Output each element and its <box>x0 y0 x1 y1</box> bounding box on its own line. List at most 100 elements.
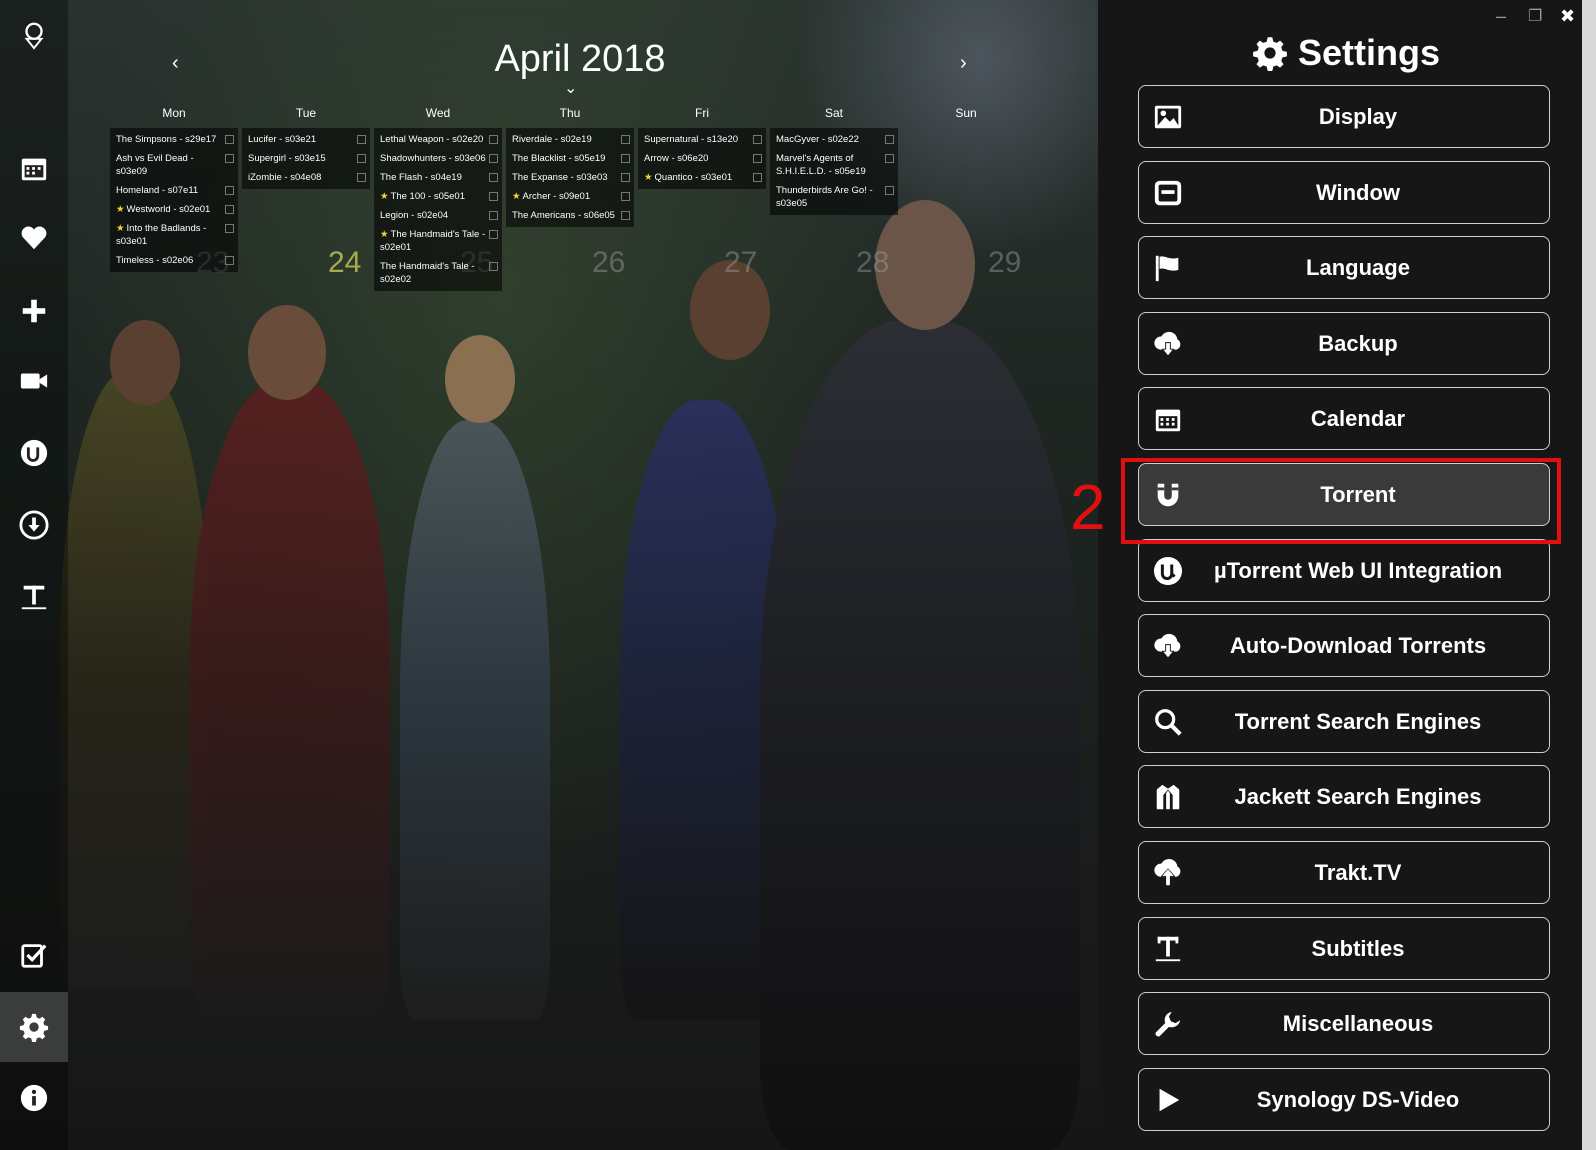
episode-item[interactable]: Supergirl - s03e15 <box>246 149 366 168</box>
episode-item[interactable]: Marvel's Agents of S.H.I.E.L.D. - s05e19 <box>774 149 894 181</box>
watched-checkbox[interactable] <box>225 135 234 144</box>
episode-item[interactable]: Supernatural - s13e20 <box>642 130 762 149</box>
episode-item[interactable]: The Americans - s06e05 <box>510 206 630 225</box>
episode-item[interactable]: The Simpsons - s29e17 <box>114 130 234 149</box>
download-icon[interactable] <box>0 490 68 560</box>
settings-calendar-button[interactable]: Calendar <box>1138 387 1550 450</box>
episode-item[interactable]: Arrow - s06e20 <box>642 149 762 168</box>
watched-checkbox[interactable] <box>489 135 498 144</box>
utorrent-icon[interactable] <box>0 418 68 488</box>
cloud-download-icon <box>1151 629 1185 663</box>
watched-checkbox[interactable] <box>225 256 234 265</box>
settings-miscellaneous-button[interactable]: Miscellaneous <box>1138 992 1550 1055</box>
settings-subtitles-button[interactable]: Subtitles <box>1138 917 1550 980</box>
flag-icon <box>1151 251 1185 285</box>
episode-item[interactable]: Ash vs Evil Dead - s03e09 <box>114 149 234 181</box>
watched-checkbox[interactable] <box>753 173 762 182</box>
episode-item[interactable]: Timeless - s02e06 <box>114 251 234 270</box>
watched-checkbox[interactable] <box>225 224 234 233</box>
next-month-arrow[interactable]: › <box>960 52 967 75</box>
subtitles-icon[interactable] <box>0 562 68 632</box>
add-icon[interactable] <box>0 276 68 346</box>
video-camera-icon[interactable] <box>0 346 68 416</box>
watched-checkbox[interactable] <box>621 173 630 182</box>
settings-button-label: Auto-Download Torrents <box>1229 632 1487 658</box>
episode-item[interactable]: The Blacklist - s05e19 <box>510 149 630 168</box>
episode-item[interactable]: MacGyver - s02e22 <box>774 130 894 149</box>
watched-checkbox[interactable] <box>753 154 762 163</box>
watched-checkbox[interactable] <box>621 192 630 201</box>
jacket-icon <box>1151 780 1185 814</box>
day-number: 28 <box>856 246 890 279</box>
settings-display-button[interactable]: Display <box>1138 85 1550 148</box>
watched-checkbox[interactable] <box>357 154 366 163</box>
prev-month-arrow[interactable]: ‹ <box>172 52 179 75</box>
episode-item[interactable]: Thunderbirds Are Go! - s03e05 <box>774 181 894 213</box>
watched-checkbox[interactable] <box>489 211 498 220</box>
info-icon[interactable] <box>0 1063 68 1133</box>
watched-checkbox[interactable] <box>225 186 234 195</box>
episode-item[interactable]: Homeland - s07e11 <box>114 181 234 200</box>
watched-checkbox[interactable] <box>489 154 498 163</box>
settings-window-button[interactable]: Window <box>1138 161 1550 224</box>
text-icon <box>1151 932 1185 966</box>
episode-item[interactable]: Lucifer - s03e21 <box>246 130 366 149</box>
star-icon: ★ <box>380 229 389 240</box>
episode-item[interactable]: ★ Archer - s09e01 <box>510 187 630 206</box>
settings-synology-ds-video-button[interactable]: Synology DS-Video <box>1138 1068 1550 1131</box>
settings-torrent-search-engines-button[interactable]: Torrent Search Engines <box>1138 690 1550 753</box>
episode-title: Supernatural - s13e20 <box>644 134 739 145</box>
episode-title: The Handmaid's Tale - s02e01 <box>380 229 486 253</box>
episode-item[interactable]: ★ Westworld - s02e01 <box>114 200 234 219</box>
maximize-button[interactable]: ❐ <box>1528 6 1542 26</box>
episode-item[interactable]: The Expanse - s03e03 <box>510 168 630 187</box>
settings-backup-button[interactable]: Backup <box>1138 312 1550 375</box>
settings-jackett-search-engines-button[interactable]: Jackett Search Engines <box>1138 765 1550 828</box>
checklist-icon[interactable] <box>0 920 68 990</box>
episode-item[interactable]: ★ Quantico - s03e01 <box>642 168 762 187</box>
episode-title: The Blacklist - s05e19 <box>512 153 606 164</box>
watched-checkbox[interactable] <box>885 135 894 144</box>
watched-checkbox[interactable] <box>225 205 234 214</box>
watched-checkbox[interactable] <box>357 173 366 182</box>
episode-item[interactable]: The Flash - s04e19 <box>378 168 498 187</box>
settings-gear-icon[interactable] <box>0 992 68 1062</box>
episode-item[interactable]: ★ The 100 - s05e01 <box>378 187 498 206</box>
watched-checkbox[interactable] <box>885 186 894 195</box>
episode-item[interactable]: ★ The Handmaid's Tale - s02e01 <box>378 225 498 257</box>
settings-language-button[interactable]: Language <box>1138 236 1550 299</box>
settings-auto-download-torrents-button[interactable]: Auto-Download Torrents <box>1138 614 1550 677</box>
episode-item[interactable]: iZombie - s04e08 <box>246 168 366 187</box>
episode-item[interactable]: Lethal Weapon - s02e20 <box>378 130 498 149</box>
day-number: 24 <box>328 246 362 279</box>
watched-checkbox[interactable] <box>489 262 498 271</box>
watched-checkbox[interactable] <box>753 135 762 144</box>
watched-checkbox[interactable] <box>621 211 630 220</box>
episode-item[interactable]: ★ Into the Badlands - s03e01 <box>114 219 234 251</box>
watched-checkbox[interactable] <box>357 135 366 144</box>
app-logo[interactable] <box>0 0 68 70</box>
settings-torrent-web-ui-integration-button[interactable]: µTorrent Web UI Integration <box>1138 539 1550 602</box>
episode-item[interactable]: Riverdale - s02e19 <box>510 130 630 149</box>
scrollbar[interactable] <box>1582 0 1596 1150</box>
watched-checkbox[interactable] <box>489 192 498 201</box>
episode-item[interactable]: Shadowhunters - s03e06 <box>378 149 498 168</box>
watched-checkbox[interactable] <box>489 173 498 182</box>
settings-trakt-tv-button[interactable]: Trakt.TV <box>1138 841 1550 904</box>
episode-item[interactable]: The Handmaid's Tale - s02e02 <box>378 257 498 289</box>
watched-checkbox[interactable] <box>885 154 894 163</box>
day-episode-list: Lethal Weapon - s02e20 Shadowhunters - s0… <box>374 128 502 291</box>
watched-checkbox[interactable] <box>225 154 234 163</box>
calendar-icon[interactable] <box>0 133 68 203</box>
settings-button-label: Jackett Search Engines <box>1234 783 1482 809</box>
episode-title: Homeland - s07e11 <box>116 185 199 196</box>
month-dropdown-icon[interactable]: ⌄ <box>564 78 577 98</box>
watched-checkbox[interactable] <box>621 154 630 163</box>
day-number: 26 <box>592 246 626 279</box>
minimize-button[interactable]: – <box>1496 6 1506 27</box>
watched-checkbox[interactable] <box>621 135 630 144</box>
episode-item[interactable]: Legion - s02e04 <box>378 206 498 225</box>
close-button[interactable]: ✖ <box>1560 6 1575 27</box>
watched-checkbox[interactable] <box>489 230 498 239</box>
heart-icon[interactable] <box>0 203 68 273</box>
